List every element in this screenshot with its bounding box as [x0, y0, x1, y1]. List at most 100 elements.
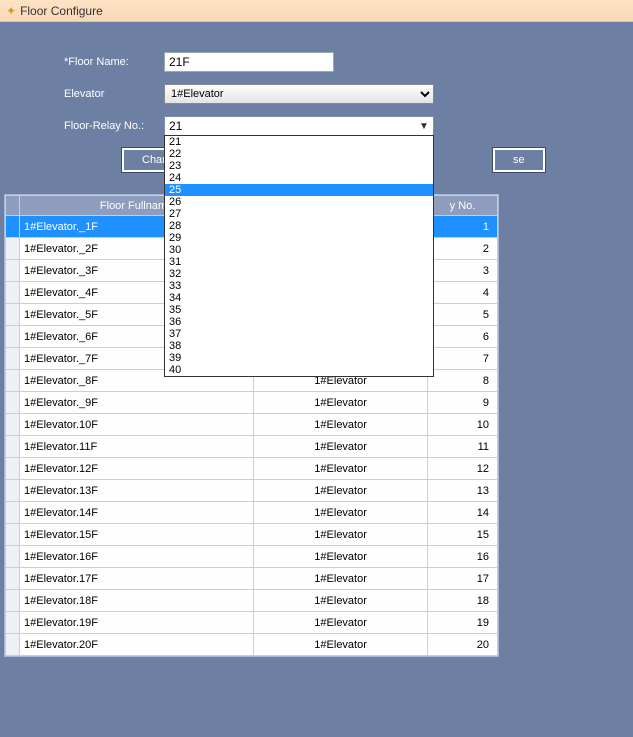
cell-no: 8 — [428, 370, 498, 392]
table-row[interactable]: 1#Elevator.19F1#Elevator19 — [6, 612, 498, 634]
cell-no: 6 — [428, 326, 498, 348]
window-titlebar: ✦ Floor Configure — [0, 0, 633, 22]
relay-option[interactable]: 23 — [165, 160, 433, 172]
table-row[interactable]: 1#Elevator.11F1#Elevator11 — [6, 436, 498, 458]
relay-option[interactable]: 21 — [165, 136, 433, 148]
row-handle — [6, 260, 20, 282]
cell-no: 18 — [428, 590, 498, 612]
row-handle — [6, 216, 20, 238]
cell-no: 3 — [428, 260, 498, 282]
relay-option[interactable]: 40 — [165, 364, 433, 376]
relay-dropdown-list[interactable]: 2122232425262728293031323334353637383940 — [164, 135, 434, 377]
floor-name-label: *Floor Name: — [64, 56, 164, 68]
cell-elevator: 1#Elevator — [254, 480, 428, 502]
table-row[interactable]: 1#Elevator.15F1#Elevator15 — [6, 524, 498, 546]
row-handle — [6, 282, 20, 304]
relay-option[interactable]: 39 — [165, 352, 433, 364]
window-title: Floor Configure — [20, 4, 103, 18]
cell-no: 1 — [428, 216, 498, 238]
row-handle — [6, 546, 20, 568]
cell-elevator: 1#Elevator — [254, 414, 428, 436]
table-row[interactable]: 1#Elevator.14F1#Elevator14 — [6, 502, 498, 524]
relay-option[interactable]: 22 — [165, 148, 433, 160]
cell-fullname: 1#Elevator.11F — [20, 436, 254, 458]
row-handle — [6, 590, 20, 612]
table-row[interactable]: 1#Elevator.13F1#Elevator13 — [6, 480, 498, 502]
relay-option[interactable]: 24 — [165, 172, 433, 184]
cell-fullname: 1#Elevator.20F — [20, 634, 254, 656]
relay-option[interactable]: 34 — [165, 292, 433, 304]
relay-label: Floor-Relay No.: — [64, 120, 164, 132]
cell-no: 15 — [428, 524, 498, 546]
cell-elevator: 1#Elevator — [254, 458, 428, 480]
cell-elevator: 1#Elevator — [254, 590, 428, 612]
relay-option[interactable]: 30 — [165, 244, 433, 256]
cell-fullname: 1#Elevator.18F — [20, 590, 254, 612]
main-panel: *Floor Name: Elevator 1#Elevator Floor-R… — [0, 22, 633, 737]
row-handle — [6, 326, 20, 348]
relay-combobox[interactable]: 21 ▼ 21222324252627282930313233343536373… — [164, 116, 434, 136]
relay-option[interactable]: 28 — [165, 220, 433, 232]
relay-option[interactable]: 25 — [165, 184, 433, 196]
row-handle — [6, 524, 20, 546]
cell-fullname: 1#Elevator.17F — [20, 568, 254, 590]
app-icon: ✦ — [6, 4, 16, 18]
relay-option[interactable]: 29 — [165, 232, 433, 244]
row-handle — [6, 304, 20, 326]
relay-option[interactable]: 27 — [165, 208, 433, 220]
row-handle — [6, 612, 20, 634]
cell-elevator: 1#Elevator — [254, 436, 428, 458]
relay-option[interactable]: 38 — [165, 340, 433, 352]
row-handle — [6, 348, 20, 370]
relay-option[interactable]: 35 — [165, 304, 433, 316]
col-rownum — [6, 196, 20, 216]
row-handle — [6, 414, 20, 436]
cell-elevator: 1#Elevator — [254, 524, 428, 546]
relay-option[interactable]: 32 — [165, 268, 433, 280]
relay-option[interactable]: 33 — [165, 280, 433, 292]
cell-fullname: 1#Elevator._9F — [20, 392, 254, 414]
table-row[interactable]: 1#Elevator._9F1#Elevator9 — [6, 392, 498, 414]
dropdown-arrow-icon: ▼ — [415, 121, 433, 132]
cell-no: 19 — [428, 612, 498, 634]
table-row[interactable]: 1#Elevator.12F1#Elevator12 — [6, 458, 498, 480]
floor-name-input[interactable] — [164, 52, 334, 72]
row-handle — [6, 568, 20, 590]
cell-fullname: 1#Elevator.15F — [20, 524, 254, 546]
table-row[interactable]: 1#Elevator.10F1#Elevator10 — [6, 414, 498, 436]
cell-fullname: 1#Elevator.14F — [20, 502, 254, 524]
relay-option[interactable]: 26 — [165, 196, 433, 208]
cell-elevator: 1#Elevator — [254, 546, 428, 568]
cell-fullname: 1#Elevator.10F — [20, 414, 254, 436]
close-button[interactable]: se — [493, 148, 545, 172]
cell-elevator: 1#Elevator — [254, 568, 428, 590]
col-no[interactable]: y No. — [428, 196, 498, 216]
cell-no: 12 — [428, 458, 498, 480]
row-handle — [6, 370, 20, 392]
form-area: *Floor Name: Elevator 1#Elevator Floor-R… — [0, 22, 633, 190]
elevator-select[interactable]: 1#Elevator — [164, 84, 434, 104]
cell-elevator: 1#Elevator — [254, 392, 428, 414]
cell-no: 9 — [428, 392, 498, 414]
table-row[interactable]: 1#Elevator.16F1#Elevator16 — [6, 546, 498, 568]
cell-fullname: 1#Elevator.13F — [20, 480, 254, 502]
relay-value: 21 — [165, 119, 415, 133]
cell-fullname: 1#Elevator.12F — [20, 458, 254, 480]
cell-no: 14 — [428, 502, 498, 524]
table-row[interactable]: 1#Elevator.17F1#Elevator17 — [6, 568, 498, 590]
row-handle — [6, 392, 20, 414]
relay-option[interactable]: 31 — [165, 256, 433, 268]
relay-option[interactable]: 36 — [165, 316, 433, 328]
table-row[interactable]: 1#Elevator.20F1#Elevator20 — [6, 634, 498, 656]
cell-fullname: 1#Elevator.19F — [20, 612, 254, 634]
relay-option[interactable]: 37 — [165, 328, 433, 340]
cell-no: 2 — [428, 238, 498, 260]
table-row[interactable]: 1#Elevator.18F1#Elevator18 — [6, 590, 498, 612]
row-handle — [6, 458, 20, 480]
row-handle — [6, 480, 20, 502]
row-handle — [6, 502, 20, 524]
cell-no: 17 — [428, 568, 498, 590]
cell-elevator: 1#Elevator — [254, 502, 428, 524]
cell-no: 20 — [428, 634, 498, 656]
cell-no: 5 — [428, 304, 498, 326]
